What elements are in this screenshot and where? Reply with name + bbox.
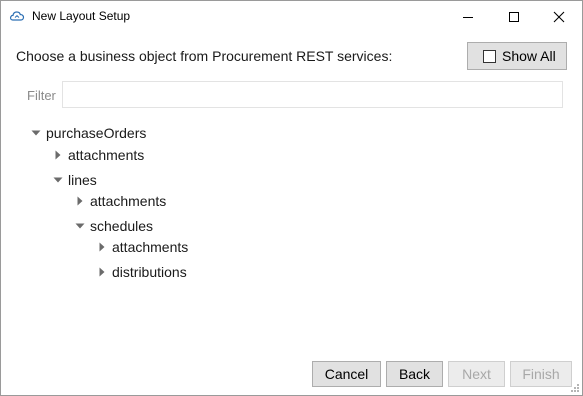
collapsed-arrow-icon — [99, 267, 105, 277]
resize-grip-icon[interactable] — [570, 383, 580, 393]
tree-node-attachments[interactable]: attachments — [52, 145, 144, 165]
tree-node-label: attachments — [90, 193, 167, 209]
tree-node-attachments[interactable]: attachments — [74, 191, 166, 211]
minimize-icon — [463, 16, 473, 18]
filter-input[interactable] — [62, 81, 563, 108]
finish-button[interactable]: Finish — [510, 361, 572, 387]
close-icon — [553, 11, 565, 22]
cancel-button[interactable]: Cancel — [312, 361, 381, 387]
tree-node-attachments[interactable]: attachments — [96, 237, 188, 257]
window-title: New Layout Setup — [32, 9, 131, 23]
tree-node-purchaseorders[interactable]: purchaseOrders — [30, 123, 146, 143]
cloud-icon — [9, 11, 25, 21]
collapsed-arrow-icon — [55, 150, 61, 160]
tree-node-lines[interactable]: lines — [52, 170, 97, 190]
tree-node-schedules[interactable]: schedules — [74, 216, 153, 236]
expanded-arrow-icon — [53, 177, 63, 183]
expanded-arrow-icon — [31, 130, 41, 136]
filter-label: Filter — [27, 88, 56, 103]
tree-node-label: schedules — [90, 218, 154, 234]
tree-node-distributions[interactable]: distributions — [96, 262, 187, 282]
tree-node-label: purchaseOrders — [46, 125, 147, 141]
expanded-arrow-icon — [75, 223, 85, 229]
tree-node-label: attachments — [68, 147, 145, 163]
show-all-checkbox[interactable] — [483, 50, 496, 63]
show-all-toggle[interactable]: Show All — [467, 42, 567, 70]
collapsed-arrow-icon — [77, 196, 83, 206]
dialog-window: New Layout Setup Choose a business objec… — [0, 0, 583, 396]
close-button[interactable] — [536, 1, 582, 32]
next-button[interactable]: Next — [448, 361, 505, 387]
minimize-button[interactable] — [445, 1, 491, 32]
tree-node-label: attachments — [112, 239, 189, 255]
tree-node-label: distributions — [112, 264, 187, 280]
maximize-button[interactable] — [491, 1, 537, 32]
back-button[interactable]: Back — [386, 361, 443, 387]
tree-node-label: lines — [68, 172, 97, 188]
title-bar[interactable]: New Layout Setup — [1, 1, 582, 32]
instruction-text: Choose a business object from Procuremen… — [16, 48, 393, 64]
collapsed-arrow-icon — [99, 242, 105, 252]
show-all-label: Show All — [502, 48, 556, 64]
maximize-icon — [509, 11, 519, 22]
